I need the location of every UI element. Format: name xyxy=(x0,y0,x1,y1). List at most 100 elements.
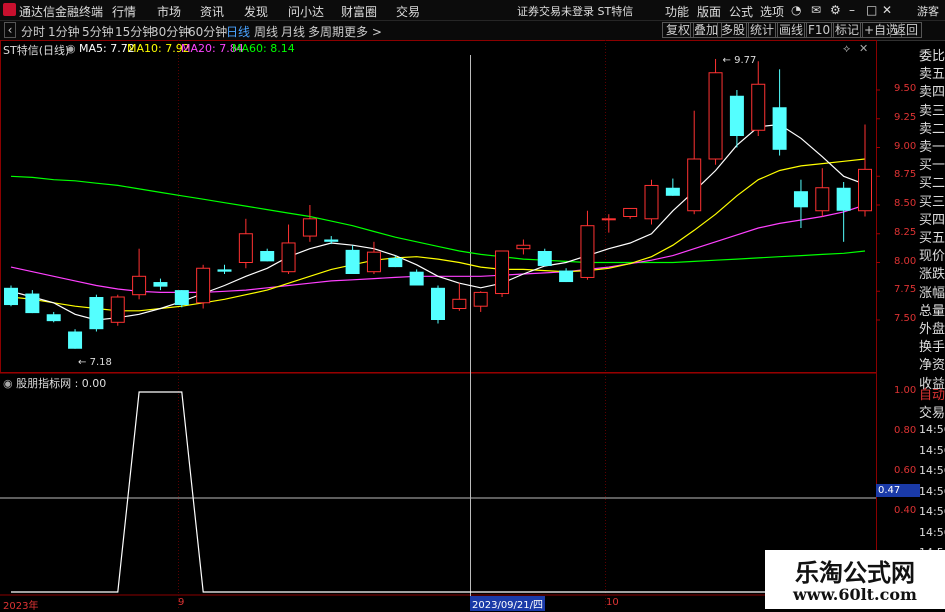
candle-body xyxy=(836,187,851,211)
low-annotation: ← 7.18 xyxy=(78,357,112,368)
close-icon[interactable]: ✕ xyxy=(882,3,892,17)
x-label-oct: 10 xyxy=(606,597,619,608)
btn-back[interactable]: 返回 xyxy=(890,22,923,38)
btn-f10[interactable]: F10 xyxy=(804,22,835,38)
btn-duogu[interactable]: 多股 xyxy=(717,22,750,38)
kline-chart[interactable]: ← 9.77 ← 7.18 xyxy=(0,40,918,609)
price-axis-label: 9.00 xyxy=(894,140,917,152)
price-axis-label: 8.75 xyxy=(894,169,917,181)
candle-body xyxy=(751,83,766,131)
btn-tongji[interactable]: 统计 xyxy=(746,22,779,38)
candle xyxy=(495,250,510,297)
tab-weekly[interactable]: 周线 xyxy=(254,23,278,40)
candle-body xyxy=(601,218,616,221)
candle-body xyxy=(260,251,275,262)
tab-1min[interactable]: 1分钟 xyxy=(48,23,80,40)
tab-multi-period[interactable]: 多周期 xyxy=(308,23,344,40)
maximize-icon[interactable]: □ xyxy=(866,3,877,17)
settings-icon[interactable]: ⚙ xyxy=(830,3,841,17)
candle xyxy=(601,214,616,233)
tab-60min[interactable]: 60分钟 xyxy=(188,23,227,40)
tab-daily[interactable]: 日线 xyxy=(226,23,250,40)
chart-grid xyxy=(0,40,880,609)
candle xyxy=(217,264,232,274)
tab-5min[interactable]: 5分钟 xyxy=(82,23,114,40)
quote-label: 买五 xyxy=(919,231,945,246)
candle-body xyxy=(132,275,147,296)
quote-label: 卖五 xyxy=(919,67,945,83)
candle xyxy=(46,311,61,323)
indicator-axis-label: 0.80 xyxy=(894,425,917,436)
toolbar-left-arrow-icon[interactable]: ‹ xyxy=(4,22,16,38)
candle xyxy=(153,278,168,291)
candle xyxy=(281,224,296,274)
quote-label: 涨跌 xyxy=(919,267,945,283)
candle-body xyxy=(452,298,467,309)
candle-body xyxy=(366,251,381,273)
menu-banmian[interactable]: 版面 xyxy=(697,3,721,20)
candle xyxy=(302,205,317,242)
menu-bar: 通达信金融终端 行情 市场 资讯 发现 问小达 财富圈 交易 证券交易未登录 S… xyxy=(0,0,945,21)
candle xyxy=(537,248,552,266)
menu-hangqing[interactable]: 行情 xyxy=(112,3,136,20)
tab-30min[interactable]: 30分钟 xyxy=(151,23,190,40)
candle-body xyxy=(537,251,552,266)
mail-icon[interactable]: ✉ xyxy=(811,3,821,17)
menu-gongshi[interactable]: 公式 xyxy=(729,3,753,20)
quote-label: 买一 xyxy=(919,158,945,174)
menu-jiaoyi[interactable]: 交易 xyxy=(396,3,420,20)
x-label-year: 2023年 xyxy=(3,601,39,612)
candle xyxy=(431,285,445,324)
high-annotation: ← 9.77 xyxy=(723,55,757,66)
candle xyxy=(89,294,104,332)
btn-biaoji[interactable]: 标记 xyxy=(831,22,864,38)
candle-body xyxy=(46,314,61,322)
candle xyxy=(623,207,638,219)
menu-gongneng[interactable]: 功能 xyxy=(665,3,689,20)
quote-label: 卖四 xyxy=(919,85,945,101)
candle xyxy=(729,90,744,148)
candle xyxy=(772,69,787,156)
quote-label: 净资 xyxy=(919,358,945,374)
trade-panel-label[interactable]: 自动 xyxy=(919,384,945,403)
candle xyxy=(836,182,851,242)
menu-xuanxiang[interactable]: 选项 xyxy=(760,3,784,20)
indicator-axis-label: 0.40 xyxy=(894,505,917,516)
candle-body xyxy=(174,290,189,306)
tab-monthly[interactable]: 月线 xyxy=(281,23,305,40)
price-axis-label: 9.25 xyxy=(894,111,917,123)
candle-body xyxy=(665,187,680,196)
account-icon[interactable]: ◔ xyxy=(791,3,801,17)
menu-shichang[interactable]: 市场 xyxy=(157,3,181,20)
candle xyxy=(132,248,147,300)
candle-body xyxy=(110,296,125,323)
tab-15min[interactable]: 15分钟 xyxy=(115,23,154,40)
tab-more[interactable]: 更多 > xyxy=(344,23,382,40)
menu-zixun[interactable]: 资讯 xyxy=(200,3,224,20)
period-toolbar: ‹ 分时 1分钟 5分钟 15分钟 30分钟 60分钟 日线 周线 月线 多周期… xyxy=(0,21,945,41)
quote-label: 涨幅 xyxy=(919,285,945,301)
candle-body xyxy=(815,187,830,212)
quote-label: 现价 xyxy=(919,249,945,265)
candle xyxy=(858,124,872,217)
price-axis-label: 8.00 xyxy=(894,255,917,267)
candle-body xyxy=(217,269,232,272)
tick-time: 14:56 xyxy=(919,505,945,518)
candle-body xyxy=(68,331,83,349)
quote-label: 买二 xyxy=(919,176,945,192)
btn-huaxian[interactable]: 画线 xyxy=(775,22,808,38)
candle xyxy=(4,285,18,307)
candle xyxy=(324,236,339,245)
menu-faxian[interactable]: 发现 xyxy=(244,3,268,20)
price-axis-label: 8.25 xyxy=(894,226,917,238)
menu-wenxiaoda[interactable]: 问小达 xyxy=(288,3,324,20)
candle-body xyxy=(281,242,296,273)
indicator-toggle-icon[interactable]: ◉ xyxy=(3,377,16,390)
candle xyxy=(409,269,424,286)
menu-caifuquan[interactable]: 财富圈 xyxy=(341,3,377,20)
guest-label[interactable]: 游客 xyxy=(917,3,939,19)
trade-panel-label[interactable]: 交易 xyxy=(919,402,945,421)
tab-fenshi[interactable]: 分时 xyxy=(21,23,45,40)
candle-body xyxy=(388,257,403,268)
minimize-icon[interactable]: – xyxy=(849,3,855,17)
